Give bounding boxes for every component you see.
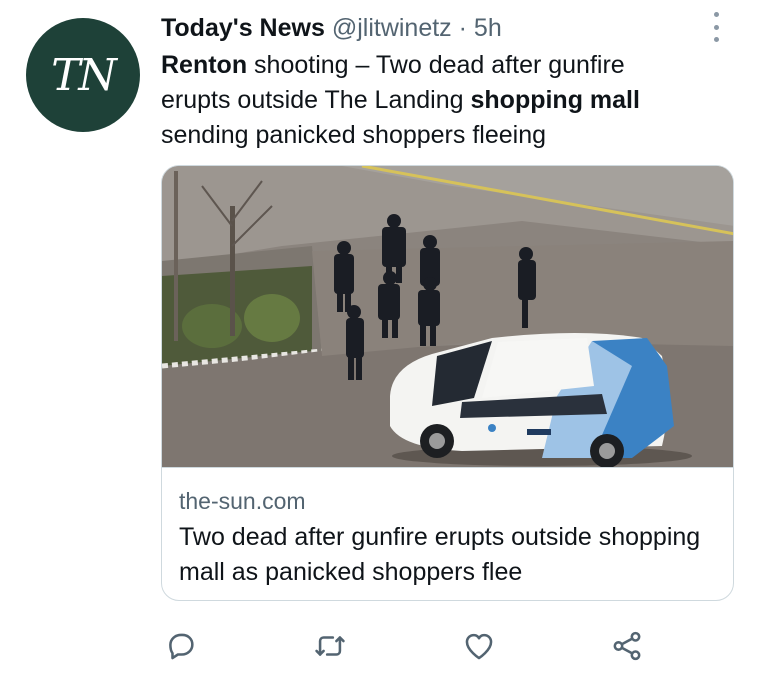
tweet-text-segment: sending panicked shoppers fleeing: [161, 121, 546, 149]
more-options-icon[interactable]: [704, 12, 728, 42]
heart-icon: [465, 633, 493, 660]
share-button[interactable]: [603, 622, 651, 670]
like-button[interactable]: [455, 622, 503, 670]
more-dot: [713, 24, 719, 30]
retweet-button[interactable]: [306, 622, 354, 670]
tweet-text: Renton shooting – Two dead after gunfire…: [161, 48, 701, 153]
tweet-header: Today's News @jlitwinetz · 5h: [161, 12, 502, 44]
tweet-text-bold-renton: Renton: [161, 51, 248, 79]
card-image[interactable]: [162, 166, 734, 467]
card-body[interactable]: the-sun.com Two dead after gunfire erupt…: [162, 467, 733, 600]
retweet-icon: [315, 636, 345, 656]
reply-icon: [169, 633, 194, 660]
card-title: Two dead after gunfire erupts outside sh…: [179, 523, 701, 586]
author-name[interactable]: Today's News: [161, 14, 325, 42]
avatar-logo-text: TN: [51, 49, 117, 101]
header-separator: ·: [458, 14, 467, 42]
reply-button[interactable]: [157, 622, 205, 670]
tweet[interactable]: TN Today's News @jlitwinetz · 5h Renton …: [0, 0, 760, 679]
more-dot: [713, 12, 719, 17]
tweet-timestamp[interactable]: 5h: [474, 14, 502, 42]
avatar[interactable]: TN: [26, 18, 140, 132]
more-dot: [713, 37, 719, 42]
tweet-text-bold-mall: shopping mall: [470, 86, 640, 114]
author-handle[interactable]: @jlitwinetz: [332, 14, 452, 42]
tweet-actions: [0, 622, 760, 672]
card-domain: the-sun.com: [179, 488, 306, 514]
share-icon: [613, 631, 641, 661]
link-preview-card[interactable]: the-sun.com Two dead after gunfire erupt…: [161, 165, 734, 601]
